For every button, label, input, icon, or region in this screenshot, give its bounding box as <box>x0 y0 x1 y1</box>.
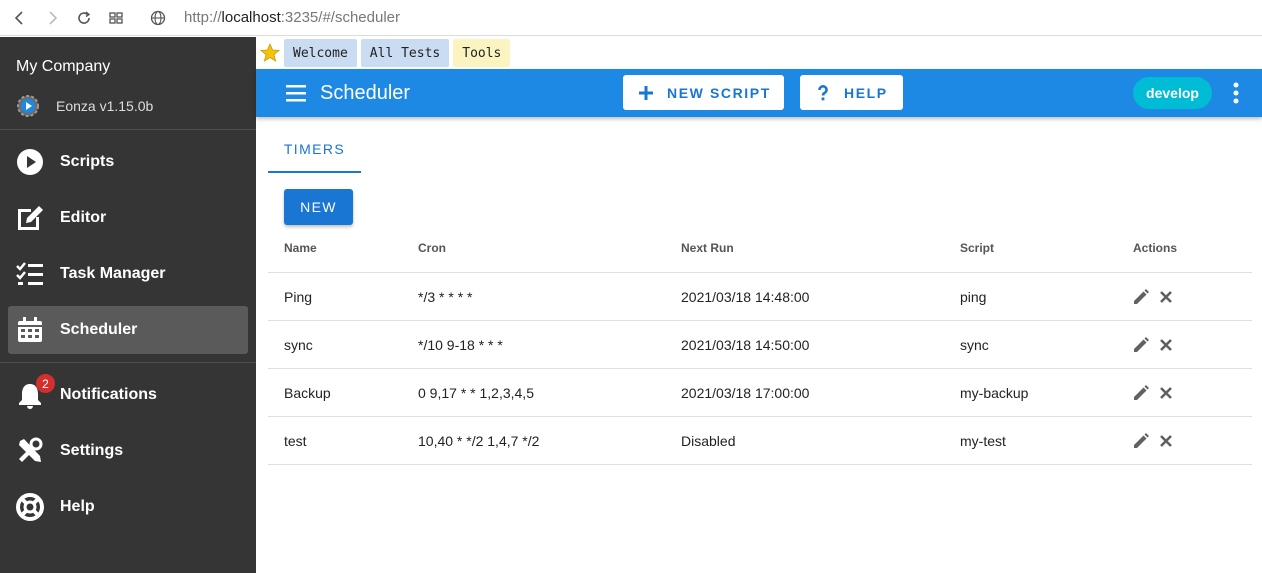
globe-icon <box>150 10 166 25</box>
cell-next-run: 2021/03/18 14:48:00 <box>681 289 810 305</box>
reload-icon <box>78 10 91 24</box>
back-button[interactable] <box>4 0 36 36</box>
sidebar-item-label: Scheduler <box>60 321 138 338</box>
address-bar[interactable]: http://localhost:3235/#/scheduler <box>144 9 400 26</box>
environment-chip[interactable]: develop <box>1133 77 1212 109</box>
cell-cron: */3 * * * * <box>418 289 473 305</box>
edit-pencil-icon[interactable] <box>1132 288 1150 306</box>
cell-name: sync <box>284 337 313 353</box>
table-row[interactable]: Backup 0 9,17 * * 1,2,3,4,5 2021/03/18 17:… <box>268 369 1252 417</box>
new-script-label: NEW SCRIPT <box>667 84 771 101</box>
bookmarks-bar: Welcome All Tests Tools <box>256 37 1262 69</box>
play-circle-icon <box>17 149 43 175</box>
sidebar-item-label: Editor <box>60 209 107 226</box>
sidebar-item-label: Scripts <box>60 153 115 170</box>
notification-badge: 2 <box>36 374 55 393</box>
cell-script: my-backup <box>960 385 1029 401</box>
app-bar: Scheduler NEW SCRIPT HELP develop <box>256 69 1262 117</box>
delete-close-icon[interactable] <box>1157 336 1175 354</box>
cell-name: test <box>284 433 307 449</box>
column-header-script[interactable]: Script <box>960 241 994 255</box>
sidebar-item-help[interactable]: Help <box>8 483 248 531</box>
page-title: Scheduler <box>320 82 411 104</box>
url-scheme: http:// <box>184 9 222 26</box>
cell-cron: 10,40 * */2 1,4,7 */2 <box>418 433 540 449</box>
delete-close-icon[interactable] <box>1157 288 1175 306</box>
plus-icon <box>639 85 653 100</box>
table-header: Name Cron Next Run Script Actions <box>268 225 1252 273</box>
column-header-actions: Actions <box>1133 241 1178 255</box>
apps-button[interactable] <box>100 0 132 36</box>
cell-next-run: Disabled <box>681 433 736 449</box>
sidebar-item-settings[interactable]: Settings <box>8 427 248 475</box>
calendar-icon <box>18 317 42 342</box>
more-vert-icon[interactable] <box>1230 81 1242 105</box>
task-list-icon <box>16 262 43 285</box>
forward-arrow-icon <box>49 10 58 25</box>
sidebar: My Company Eonza v1.15.0b Scripts Editor… <box>0 37 256 573</box>
sidebar-item-label: Help <box>60 498 95 515</box>
new-script-button[interactable]: NEW SCRIPT <box>623 75 784 110</box>
cell-name: Backup <box>284 385 331 401</box>
company-name: My Company <box>16 58 111 75</box>
table-row[interactable]: Ping */3 * * * * 2021/03/18 14:48:00 ping <box>268 273 1252 321</box>
cell-script: ping <box>960 289 987 305</box>
column-header-next-run[interactable]: Next Run <box>681 241 734 255</box>
cell-cron: */10 9-18 * * * <box>418 337 503 353</box>
column-header-cron[interactable]: Cron <box>418 241 446 255</box>
cell-script: sync <box>960 337 989 353</box>
sidebar-item-label: Notifications <box>60 386 157 403</box>
delete-close-icon[interactable] <box>1157 432 1175 450</box>
cell-cron: 0 9,17 * * 1,2,3,4,5 <box>418 385 534 401</box>
sidebar-item-scheduler[interactable]: Scheduler <box>8 306 248 354</box>
sidebar-item-scripts[interactable]: Scripts <box>8 138 248 186</box>
question-mark-icon <box>818 84 828 100</box>
sidebar-item-label: Settings <box>60 442 124 459</box>
sidebar-item-label: Task Manager <box>60 265 166 282</box>
edit-pencil-icon[interactable] <box>1132 336 1150 354</box>
table-row[interactable]: test 10,40 * */2 1,4,7 */2 Disabled my-test <box>268 417 1252 465</box>
sidebar-item-notifications[interactable]: 2 Notifications <box>8 371 248 419</box>
sidebar-item-task-manager[interactable]: Task Manager <box>8 250 248 298</box>
back-arrow-icon <box>14 10 23 25</box>
timers-table: Name Cron Next Run Script Actions Ping */… <box>268 225 1252 465</box>
url-path: :3235/#/scheduler <box>280 9 400 26</box>
grid-icon <box>109 11 123 24</box>
lifebuoy-icon <box>16 493 44 521</box>
cell-next-run: 2021/03/18 17:00:00 <box>681 385 810 401</box>
cell-script: my-test <box>960 433 1006 449</box>
tools-icon <box>19 437 43 462</box>
menu-icon[interactable] <box>286 83 306 103</box>
bookmark-tools[interactable]: Tools <box>453 39 511 67</box>
edit-pencil-icon[interactable] <box>1132 432 1150 450</box>
forward-button[interactable] <box>36 0 68 36</box>
bookmark-all-tests[interactable]: All Tests <box>360 39 450 67</box>
edit-pencil-icon[interactable] <box>1132 384 1150 402</box>
cell-next-run: 2021/03/18 14:50:00 <box>681 337 810 353</box>
tab-timers[interactable]: TIMERS <box>268 127 361 173</box>
help-button[interactable]: HELP <box>800 75 903 110</box>
app-version: Eonza v1.15.0b <box>16 94 153 118</box>
column-header-name[interactable]: Name <box>284 241 317 255</box>
new-timer-button[interactable]: NEW <box>284 189 353 225</box>
edit-icon <box>18 206 43 230</box>
cell-name: Ping <box>284 289 313 305</box>
star-icon[interactable] <box>260 43 280 63</box>
help-label: HELP <box>844 84 888 101</box>
eonza-logo-icon <box>17 95 39 117</box>
sidebar-divider <box>0 129 256 130</box>
table-row[interactable]: sync */10 9-18 * * * 2021/03/18 14:50:00 sy… <box>268 321 1252 369</box>
sidebar-item-editor[interactable]: Editor <box>8 194 248 242</box>
bookmark-welcome[interactable]: Welcome <box>284 39 357 67</box>
delete-close-icon[interactable] <box>1157 384 1175 402</box>
reload-button[interactable] <box>68 0 100 36</box>
sidebar-divider <box>0 362 256 363</box>
url-host: localhost <box>221 9 281 26</box>
browser-toolbar: http://localhost:3235/#/scheduler <box>0 0 1262 36</box>
version-label: Eonza v1.15.0b <box>56 98 154 114</box>
